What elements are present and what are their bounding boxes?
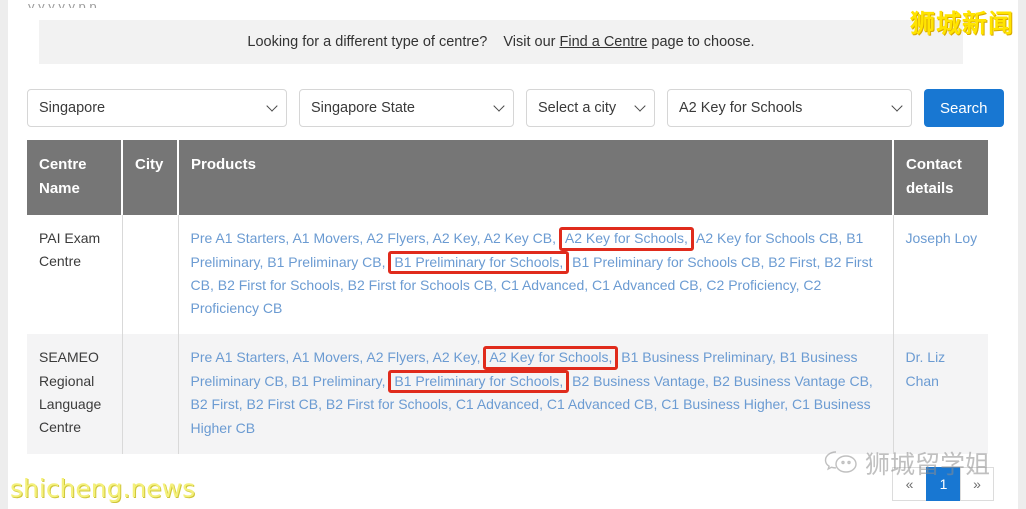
pagination: «1» xyxy=(892,467,994,501)
cell-products: Pre A1 Starters, A1 Movers, A2 Flyers, A… xyxy=(178,334,893,453)
product-link[interactable]: Pre A1 Starters, xyxy=(191,230,290,246)
table-row: SEAMEO Regional Language Centre Pre A1 St… xyxy=(27,334,988,453)
product-link[interactable]: B1 Preliminary, xyxy=(292,373,386,389)
pagination-prev[interactable]: « xyxy=(892,467,926,501)
table-body: PAI Exam Centre Pre A1 Starters, A1 Mover… xyxy=(27,215,988,454)
chevron-down-icon xyxy=(891,100,902,111)
clipped-text-above: y y y y y p p xyxy=(28,0,998,8)
product-link[interactable]: B2 Business Vantage CB, xyxy=(713,373,873,389)
product-link[interactable]: C1 Business Higher, xyxy=(661,396,788,412)
cell-city xyxy=(122,334,178,453)
search-button[interactable]: Search xyxy=(924,89,1004,127)
product-link[interactable]: C2 Proficiency, xyxy=(706,277,799,293)
column-header-contact: Contact details xyxy=(893,140,988,215)
cell-centre-name: SEAMEO Regional Language Centre xyxy=(27,334,122,453)
pagination-page-1[interactable]: 1 xyxy=(926,467,960,501)
product-link[interactable]: A2 Flyers, xyxy=(366,349,429,365)
city-select[interactable]: Select a city xyxy=(526,89,655,127)
cell-contact: Joseph Loy xyxy=(893,215,988,334)
product-link[interactable]: C1 Advanced, xyxy=(456,396,543,412)
product-links: Pre A1 Starters, A1 Movers, A2 Flyers, A… xyxy=(191,349,873,435)
column-header-centre-name: Centre Name xyxy=(27,140,122,215)
cell-centre-name: PAI Exam Centre xyxy=(27,215,122,334)
find-a-centre-link[interactable]: Find a Centre xyxy=(560,34,648,50)
product-links: Pre A1 Starters, A1 Movers, A2 Flyers, A… xyxy=(191,230,873,316)
country-select-value: Singapore xyxy=(39,100,105,116)
chevron-down-icon xyxy=(493,100,504,111)
product-select-value: A2 Key for Schools xyxy=(679,100,802,116)
page-gutter-right xyxy=(1018,0,1026,509)
product-link[interactable]: B1 Business Preliminary, xyxy=(621,349,776,365)
contact-link[interactable]: Joseph Loy xyxy=(906,230,978,246)
centre-type-notice: Looking for a different type of centre? … xyxy=(39,20,963,64)
chevron-down-icon xyxy=(266,100,277,111)
country-select[interactable]: Singapore xyxy=(27,89,287,127)
notice-visit-prefix: Visit our xyxy=(503,34,555,50)
page-content: y y y y y p p Looking for a different ty… xyxy=(8,0,1018,509)
product-link[interactable]: B1 Preliminary for Schools CB, xyxy=(572,254,764,270)
column-header-city: City xyxy=(122,140,178,215)
product-link[interactable]: B2 First for Schools, xyxy=(218,277,344,293)
cell-products: Pre A1 Starters, A1 Movers, A2 Flyers, A… xyxy=(178,215,893,334)
notice-suffix: page to choose. xyxy=(651,34,754,50)
product-link[interactable]: A1 Movers, xyxy=(292,230,363,246)
cell-city xyxy=(122,215,178,334)
notice-question: Looking for a different type of centre? xyxy=(247,34,487,50)
product-link[interactable]: B2 First, xyxy=(768,254,820,270)
centres-table: Centre Name City Products Contact detail… xyxy=(27,140,988,454)
product-link[interactable]: B2 First for Schools, xyxy=(326,396,452,412)
product-link-highlighted[interactable]: A2 Key for Schools, xyxy=(483,346,618,370)
product-link[interactable]: A2 Key, xyxy=(433,349,481,365)
state-select-value: Singapore State xyxy=(311,100,415,116)
column-header-products: Products xyxy=(178,140,893,215)
product-link[interactable]: A2 Flyers, xyxy=(366,230,429,246)
pagination-next[interactable]: » xyxy=(960,467,994,501)
contact-link[interactable]: Dr. Liz Chan xyxy=(906,349,946,388)
page-gutter-left xyxy=(0,0,8,509)
product-link[interactable]: C1 Advanced, xyxy=(501,277,588,293)
product-link-highlighted[interactable]: B1 Preliminary for Schools, xyxy=(388,251,569,275)
product-link[interactable]: C1 Advanced CB, xyxy=(592,277,703,293)
product-link[interactable]: B2 First CB, xyxy=(247,396,322,412)
product-link[interactable]: A2 Key, xyxy=(433,230,481,246)
product-link[interactable]: B2 First for Schools CB, xyxy=(348,277,497,293)
city-select-value: Select a city xyxy=(538,100,616,116)
product-link[interactable]: C1 Advanced CB, xyxy=(547,396,658,412)
table-row: PAI Exam Centre Pre A1 Starters, A1 Mover… xyxy=(27,215,988,334)
page-root: y y y y y p p Looking for a different ty… xyxy=(0,0,1026,509)
table-header-row: Centre Name City Products Contact detail… xyxy=(27,140,988,215)
search-filters: Singapore Singapore State Select a city … xyxy=(27,89,1004,127)
product-link[interactable]: A2 Key for Schools CB, xyxy=(696,230,842,246)
product-link[interactable]: B1 Preliminary CB, xyxy=(267,254,385,270)
product-link[interactable]: A2 Key CB, xyxy=(484,230,556,246)
product-link[interactable]: B2 Business Vantage, xyxy=(572,373,709,389)
product-select[interactable]: A2 Key for Schools xyxy=(667,89,912,127)
product-link-highlighted[interactable]: A2 Key for Schools, xyxy=(559,227,694,251)
state-select[interactable]: Singapore State xyxy=(299,89,514,127)
product-link[interactable]: A1 Movers, xyxy=(292,349,363,365)
product-link[interactable]: B2 First, xyxy=(191,396,243,412)
chevron-down-icon xyxy=(634,100,645,111)
product-link-highlighted[interactable]: B1 Preliminary for Schools, xyxy=(388,370,569,394)
product-link[interactable]: Pre A1 Starters, xyxy=(191,349,290,365)
cell-contact: Dr. Liz Chan xyxy=(893,334,988,453)
